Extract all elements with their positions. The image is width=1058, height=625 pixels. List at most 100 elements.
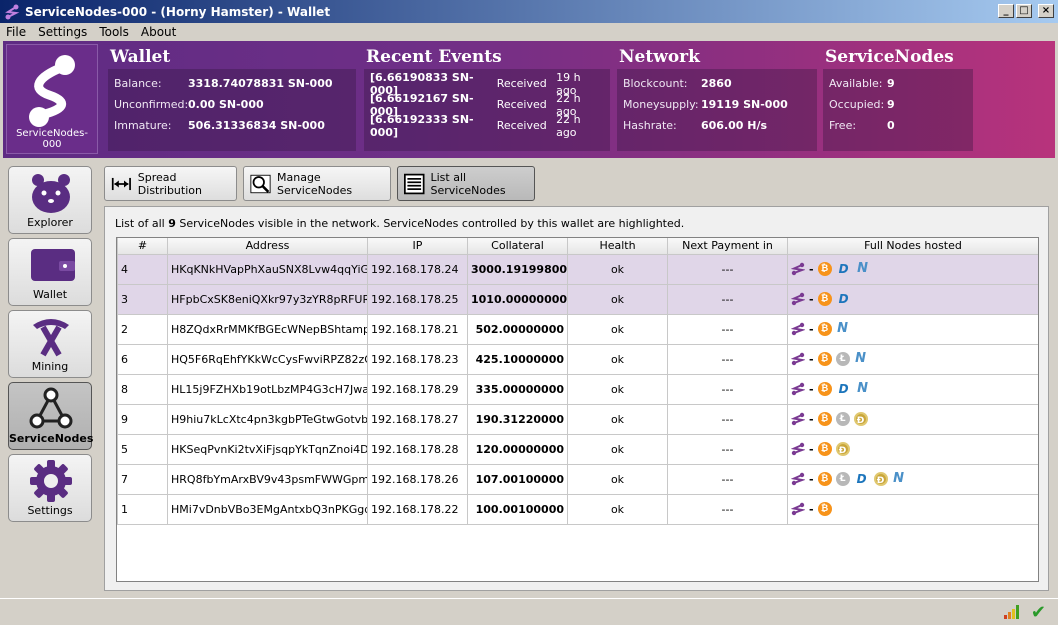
info-suffix: ServiceNodes visible in the network. Ser… xyxy=(175,217,685,230)
column-header-number[interactable]: # xyxy=(117,238,168,255)
cell-address: H9hiu7kLcXtc4pn3kgbPTeGtwGotvbiRCA xyxy=(167,403,368,435)
sidebar-item-settings[interactable]: Settings xyxy=(8,454,92,522)
cell-health: ok xyxy=(567,313,668,345)
cell-collateral: 190.31220000 xyxy=(467,403,568,435)
servicenodes-coin-icon xyxy=(791,382,805,396)
dash-coin-icon: D xyxy=(838,382,849,396)
hamster-icon xyxy=(32,174,70,213)
cell-collateral: 107.00100000 xyxy=(467,463,568,495)
table-row[interactable]: 8 HL15j9FZHXb19otLbzMP4G3cH7Jwaa... 192.16… xyxy=(117,373,1038,405)
event-type: Received xyxy=(496,98,547,111)
sidebar-item-label: ServiceNodes xyxy=(9,432,94,445)
list-servicenodes-button[interactable]: List all ServiceNodes xyxy=(397,166,535,201)
column-header-health[interactable]: Health xyxy=(567,238,668,255)
maximize-button[interactable]: □ xyxy=(1016,4,1032,18)
gear-icon xyxy=(30,460,72,502)
dash-coin-icon: D xyxy=(838,262,849,276)
servicenodes-table[interactable]: # Address IP Collateral Health Next Paym… xyxy=(116,237,1039,582)
cell-ip: 192.168.178.25 xyxy=(367,283,468,315)
table-row[interactable]: 1HMi7vDnbVBo3EMgAntxbQ3nPKGgqAf...192.16… xyxy=(117,493,1038,525)
unconfirmed-label: Unconfirmed: xyxy=(114,98,189,111)
servicenodes-coin-icon xyxy=(791,412,805,426)
network-nodes-icon xyxy=(29,387,73,429)
dogecoin-coin-icon: Ð xyxy=(853,412,868,426)
pickaxe-icon xyxy=(33,319,69,357)
cell-next-payment: --- xyxy=(667,493,788,525)
checkmark-icon: ✔ xyxy=(1030,602,1046,623)
cell-next-payment: --- xyxy=(667,373,788,405)
cell-number: 8 xyxy=(117,373,168,405)
cell-health: ok xyxy=(567,463,668,495)
separator-dash: - xyxy=(809,442,814,456)
cell-address: HKqKNkHVapPhXauSNX8Lvw4qqYiGT9... xyxy=(167,253,368,285)
cell-number: 4 xyxy=(117,253,168,285)
table-row[interactable]: 4HKqKNkHVapPhXauSNX8Lvw4qqYiGT9...192.16… xyxy=(117,253,1038,285)
column-header-address[interactable]: Address xyxy=(167,238,368,255)
sidebar-item-servicenodes[interactable]: ServiceNodes xyxy=(8,382,94,450)
nem-coin-icon: N xyxy=(893,471,905,486)
cell-health: ok xyxy=(567,343,668,375)
separator-dash: - xyxy=(809,292,814,306)
table-row[interactable]: 7HRQ8fbYmArxBV9v43psmFWWGpmyd...192.168.… xyxy=(117,463,1038,495)
bitcoin-coin-icon: ₿ xyxy=(817,292,832,306)
menu-about[interactable]: About xyxy=(141,25,176,39)
cell-ip: 192.168.178.27 xyxy=(367,403,468,435)
moneysupply-value: 19119 SN-000 xyxy=(701,98,788,111)
sidebar-item-explorer[interactable]: Explorer xyxy=(8,166,92,234)
manage-servicenodes-button[interactable]: Manage ServiceNodes xyxy=(243,166,391,201)
cell-number: 3 xyxy=(117,283,168,315)
event-row: [6.66192333 SN-000] Received 22 h ago xyxy=(370,112,604,139)
cell-address: HQ5F6RqEhfYKkWcCysFwviRPZ82zG... xyxy=(167,343,368,375)
sidebar-item-mining[interactable]: Mining xyxy=(8,310,92,378)
cell-full-nodes: - ₿ xyxy=(787,493,1038,525)
menu-settings[interactable]: Settings xyxy=(38,25,87,39)
window-title: ServiceNodes-000 - (Horny Hamster) - Wal… xyxy=(25,4,331,19)
column-header-collateral[interactable]: Collateral xyxy=(467,238,568,255)
event-time: 22 h ago xyxy=(556,112,581,139)
blockcount-value: 2860 xyxy=(701,77,732,90)
manage-servicenodes-label: Manage ServiceNodes xyxy=(277,170,353,197)
column-header-full-nodes[interactable]: Full Nodes hosted xyxy=(787,238,1038,255)
table-row[interactable]: 6 HQ5F6RqEhfYKkWcCysFwviRPZ82zG... 192.168… xyxy=(117,343,1038,375)
cell-ip: 192.168.178.26 xyxy=(367,463,468,495)
litecoin-coin-icon: Ł xyxy=(835,352,850,366)
magnifier-icon xyxy=(250,174,271,193)
bitcoin-coin-icon: ₿ xyxy=(817,412,832,426)
cell-next-payment: --- xyxy=(667,253,788,285)
minimize-button[interactable]: _ xyxy=(998,4,1014,18)
cell-full-nodes: - ₿ Ł D Ð N xyxy=(787,463,1038,495)
cell-full-nodes: - ₿ Ł Ð xyxy=(787,403,1038,435)
separator-dash: - xyxy=(809,322,814,336)
column-header-ip[interactable]: IP xyxy=(367,238,468,255)
column-header-next-payment[interactable]: Next Payment in xyxy=(667,238,788,255)
list-icon xyxy=(404,173,425,194)
separator-dash: - xyxy=(809,262,814,276)
cell-ip: 192.168.178.22 xyxy=(367,493,468,525)
menu-file[interactable]: File xyxy=(6,25,26,39)
menu-tools[interactable]: Tools xyxy=(99,25,129,39)
cell-full-nodes: - ₿ Ł N xyxy=(787,343,1038,375)
table-row[interactable]: 5HKSeqPvnKi2tvXiFjsqpYkTqnZnoi4DCkA192.1… xyxy=(117,433,1038,465)
cell-ip: 192.168.178.23 xyxy=(367,343,468,375)
sidebar: Explorer Wallet Mining ServiceNodes Sett… xyxy=(3,162,96,597)
cell-health: ok xyxy=(567,373,668,405)
balance-label: Balance: xyxy=(114,77,162,90)
free-label: Free: xyxy=(829,119,857,132)
sidebar-item-wallet[interactable]: Wallet xyxy=(8,238,92,306)
dogecoin-coin-icon: Ð xyxy=(835,442,850,456)
table-row[interactable]: 2 H8ZQdxRrMMKfBGEcWNepBShtampw... 192.168.… xyxy=(117,313,1038,345)
table-row[interactable]: 9H9hiu7kLcXtc4pn3kgbPTeGtwGotvbiRCA192.1… xyxy=(117,403,1038,435)
cell-number: 7 xyxy=(117,463,168,495)
status-bar: ✔ xyxy=(0,598,1058,625)
nem-coin-icon: N xyxy=(855,351,867,366)
spread-distribution-button[interactable]: Spread Distribution xyxy=(104,166,237,201)
bitcoin-coin-icon: ₿ xyxy=(817,382,832,396)
nem-coin-icon: N xyxy=(857,261,869,276)
occupied-label: Occupied: xyxy=(829,98,885,111)
title-bar: ServiceNodes-000 - (Horny Hamster) - Wal… xyxy=(0,0,1058,23)
cell-collateral: 100.00100000 xyxy=(467,493,568,525)
table-row[interactable]: 3 HFpbCxSK8eniQXkr97y3zYR8pRFUR7... 192.16… xyxy=(117,283,1038,315)
spread-arrows-icon xyxy=(111,177,131,190)
moneysupply-label: Moneysupply: xyxy=(623,98,699,111)
close-button[interactable]: × xyxy=(1038,4,1054,18)
